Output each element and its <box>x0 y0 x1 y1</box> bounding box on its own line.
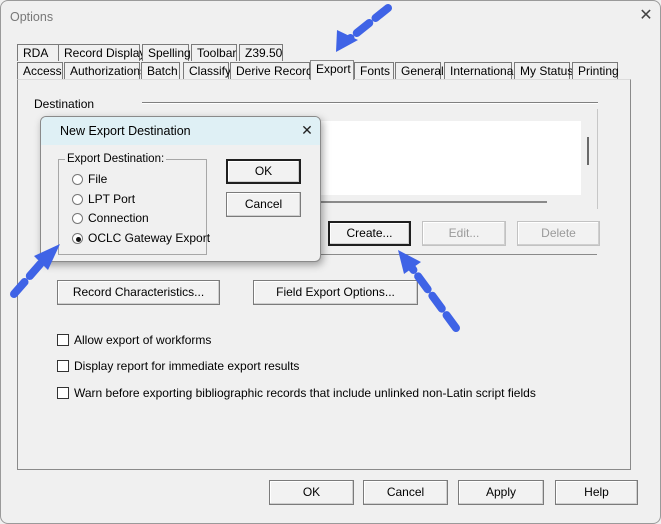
annotation-arrows <box>10 4 460 332</box>
arrow-to-oclc-option-icon <box>10 244 60 298</box>
arrow-to-export-tab-icon <box>336 4 392 52</box>
arrow-to-create-button-icon <box>398 250 460 332</box>
